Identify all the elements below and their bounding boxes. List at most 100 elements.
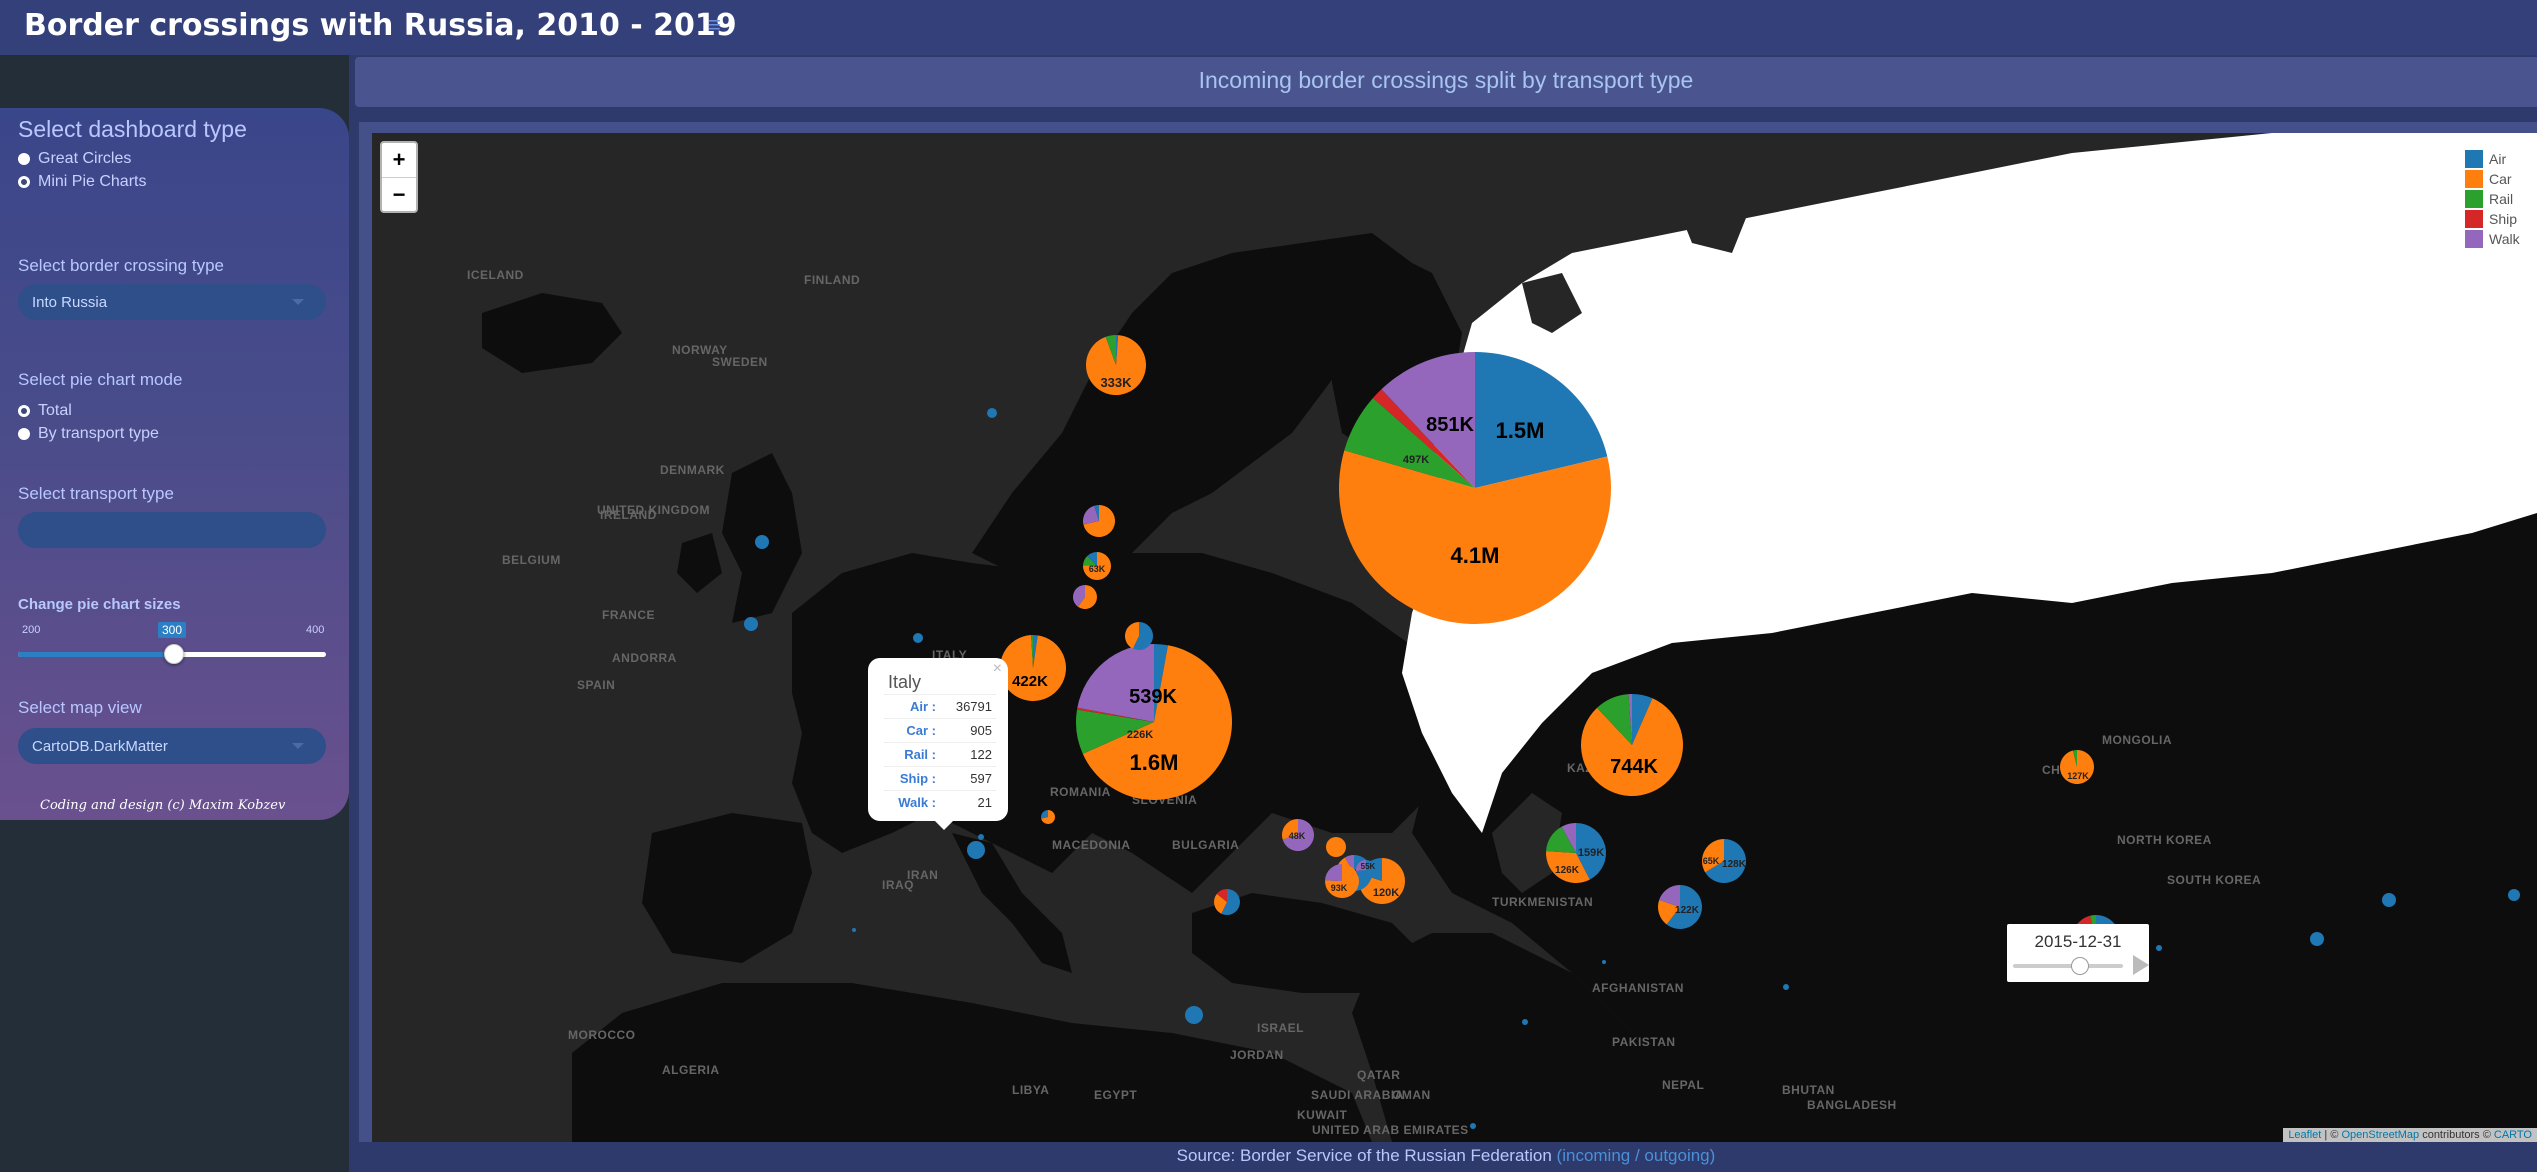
pie-label-car: 4.1M [1451, 543, 1500, 568]
osm-link[interactable]: OpenStreetMap [2341, 1129, 2419, 1141]
legend-label-air: Air [2489, 151, 2507, 167]
close-icon[interactable]: × [993, 660, 1002, 678]
app-title: Border crossings with Russia, 2010 - 201… [24, 8, 737, 43]
pie-small-air[interactable] [2156, 945, 2162, 951]
pie-slice-air[interactable] [755, 535, 769, 549]
pie-small-air[interactable] [744, 617, 758, 631]
crossing-type-value: Into Russia [32, 293, 108, 311]
pie-serbia[interactable] [1041, 810, 1056, 824]
radio-mini-pie-charts-dot[interactable] [18, 176, 30, 188]
pie-chart-layer[interactable]: 1.5M 4.1M 497K 851K 1.6M 539K 226K 744K 333K 422K… [372, 133, 2537, 1142]
pie-label: 127K [2067, 771, 2089, 781]
pie-small-air[interactable] [1783, 984, 1789, 990]
pie-slice-air[interactable] [978, 834, 984, 840]
time-slider-handle[interactable] [2071, 957, 2089, 975]
crossing-type-select[interactable]: Into Russia [18, 284, 326, 320]
radio-great-circles-label: Great Circles [38, 150, 132, 167]
dashboard-type-heading: Select dashboard type [18, 116, 247, 142]
map-view-select[interactable]: CartoDB.DarkMatter [18, 728, 326, 764]
popup-title: Italy [888, 672, 922, 692]
source-links[interactable]: (incoming / outgoing) [1557, 1146, 1716, 1165]
pie-turkey[interactable] [1214, 889, 1240, 915]
pie-small-air[interactable] [913, 633, 923, 643]
pie-slice-air[interactable] [2156, 945, 2162, 951]
pie-slice-air[interactable] [744, 617, 758, 631]
pie-label-car: 126K [1555, 865, 1580, 876]
pie-slice-air[interactable] [2310, 932, 2324, 946]
zoom-out-button[interactable]: − [382, 178, 416, 212]
pie-small-air[interactable] [1470, 1123, 1476, 1129]
pie-lithuania[interactable] [1073, 585, 1098, 609]
pie-slice-car[interactable] [1326, 837, 1346, 857]
pie-crimea[interactable] [1326, 837, 1346, 857]
popup-tip [932, 818, 956, 830]
radio-total-label: Total [38, 402, 72, 419]
pie-label-rail: 497K [1403, 454, 1429, 466]
pie-small-air[interactable] [1522, 1019, 1528, 1025]
popup-key: Ship : [884, 766, 940, 791]
pie-size-slider-handle[interactable] [164, 644, 184, 664]
radio-great-circles-dot[interactable] [18, 153, 30, 165]
legend-label-rail: Rail [2489, 191, 2514, 207]
pie-label: 63K [1089, 564, 1106, 574]
radio-great-circles[interactable]: Great Circles [18, 150, 131, 168]
pie-slice-air[interactable] [967, 841, 985, 859]
zoom-in-button[interactable]: + [382, 143, 416, 178]
pie-slice-air[interactable] [2508, 889, 2520, 901]
pie-slice-air[interactable] [913, 633, 923, 643]
pie-small-air[interactable] [987, 408, 997, 418]
pie-belarus[interactable] [1125, 622, 1153, 651]
popup-key: Rail : [884, 742, 940, 767]
play-icon[interactable] [2133, 955, 2149, 975]
pie-slice-air[interactable] [1470, 1123, 1476, 1129]
pie-slice-air[interactable] [1522, 1019, 1528, 1025]
map-attribution: Leaflet | © OpenStreetMap contributors ©… [2283, 1128, 2537, 1142]
pie-small-air[interactable] [1602, 960, 1606, 964]
popup-value: 597 [940, 766, 996, 791]
pie-slice-air[interactable] [1602, 960, 1606, 964]
map-view-value: CartoDB.DarkMatter [32, 737, 168, 755]
pie-small-air[interactable] [755, 535, 769, 549]
pie-label-walk: 851K [1426, 414, 1474, 436]
time-slider-track[interactable] [2013, 964, 2123, 968]
legend-label-car: Car [2489, 171, 2512, 187]
pie-small-air[interactable] [852, 928, 856, 932]
pie-slice-air[interactable] [852, 928, 856, 932]
pie-label-air: 128K [1722, 859, 1747, 870]
menu-toggle-icon[interactable]: ≡ [708, 12, 721, 38]
pie-slice-air[interactable] [2382, 893, 2396, 907]
radio-total[interactable]: Total [18, 402, 72, 420]
radio-by-transport-type[interactable]: By transport type [18, 425, 159, 443]
map[interactable]: ICELAND NORWAY SWEDEN FINLAND DENMARK UNITED … [372, 133, 2537, 1142]
pie-slice-air[interactable] [1783, 984, 1789, 990]
pie-russia[interactable] [1339, 352, 1612, 625]
main-header-title: Incoming border crossings split by trans… [1198, 67, 1694, 93]
radio-by-transport-type-dot[interactable] [18, 428, 30, 440]
pie-small-air[interactable] [2310, 932, 2324, 946]
pie-small-air[interactable] [967, 841, 985, 859]
legend-swatch-walk [2465, 230, 2483, 248]
popup-key: Walk : [884, 790, 940, 814]
transport-type-select[interactable] [18, 512, 326, 548]
pie-small-air[interactable] [978, 834, 984, 840]
pie-small-air[interactable] [2382, 893, 2396, 907]
pie-estonia[interactable] [1083, 505, 1115, 537]
pie-label: 120K [1373, 887, 1399, 899]
pie-ukraine[interactable] [1076, 644, 1232, 800]
pie-poland[interactable] [999, 635, 1066, 701]
pie-slice-air[interactable] [987, 408, 997, 418]
pie-size-slider-fill [18, 652, 172, 657]
pie-slice-air[interactable] [1185, 1006, 1203, 1024]
radio-total-dot[interactable] [18, 405, 30, 417]
carto-link[interactable]: CARTO [2494, 1129, 2532, 1141]
radio-mini-pie-charts[interactable]: Mini Pie Charts [18, 173, 146, 191]
popup-row: Car :905 [884, 718, 996, 743]
pie-small-air[interactable] [2508, 889, 2520, 901]
pie-small-air[interactable] [1185, 1006, 1203, 1024]
legend: Air Car Rail Ship Walk [2455, 141, 2531, 249]
pie-slice-walk[interactable] [1325, 864, 1342, 881]
pie-kazakhstan[interactable] [1581, 694, 1683, 796]
chevron-down-icon [292, 299, 304, 305]
time-control: 2015-12-31 [2007, 924, 2149, 982]
leaflet-link[interactable]: Leaflet [2288, 1129, 2321, 1141]
